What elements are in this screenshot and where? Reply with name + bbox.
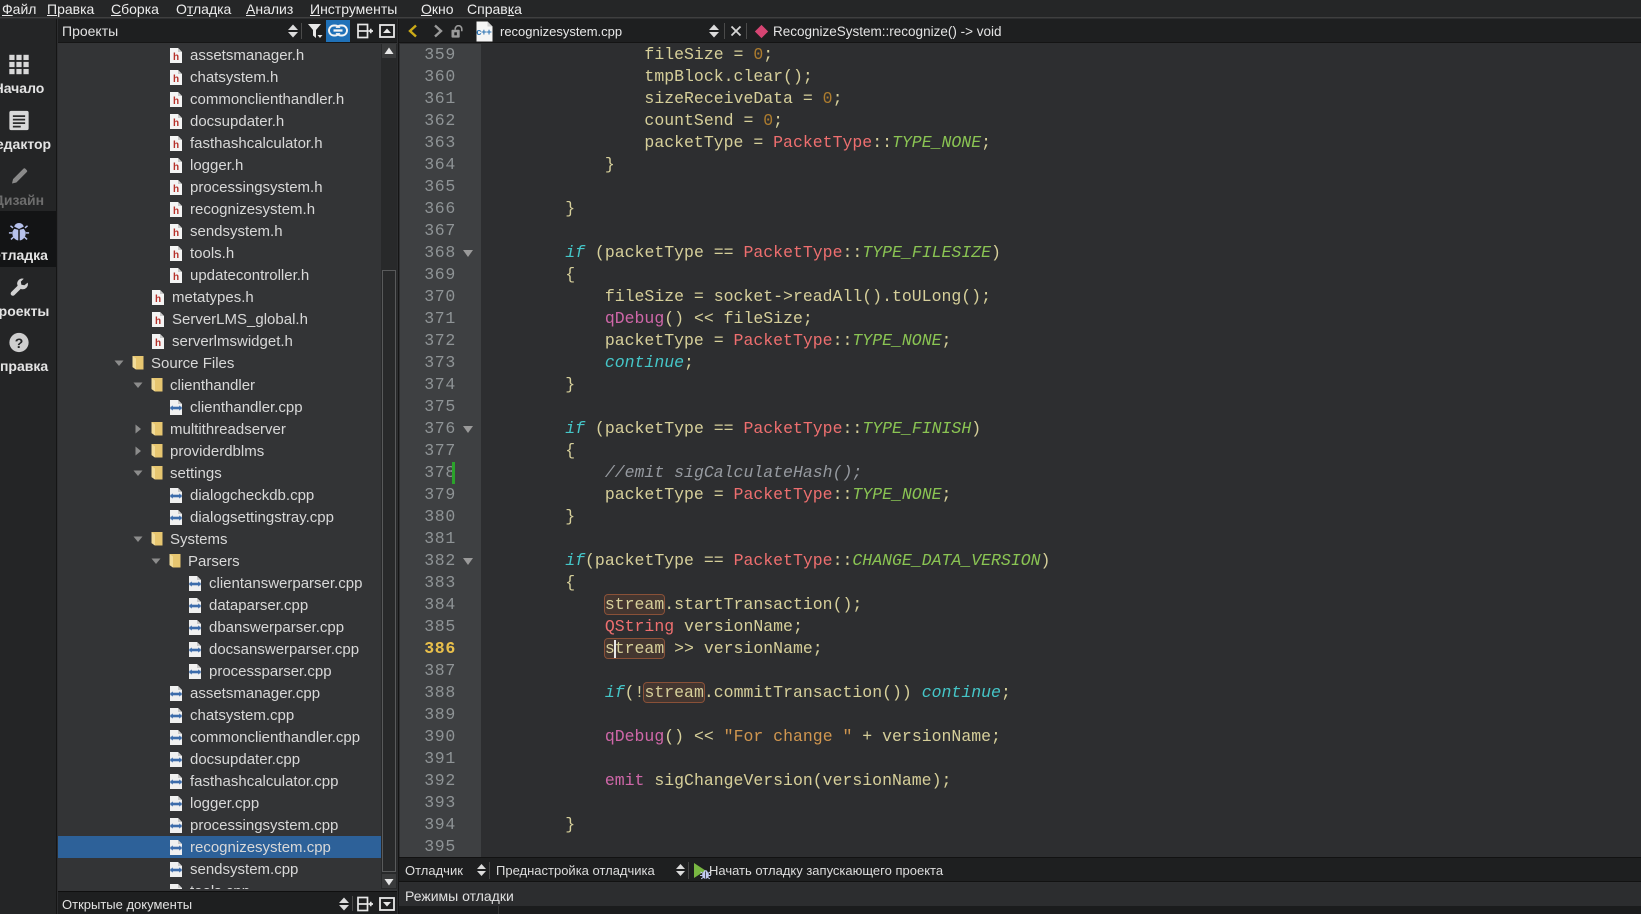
svg-text:?: ? (15, 335, 24, 351)
svg-text:h: h (173, 272, 179, 283)
svg-text:h: h (173, 118, 179, 129)
svg-text:h: h (173, 206, 179, 217)
svg-text:h: h (173, 140, 179, 151)
svg-text:h: h (173, 162, 179, 173)
svg-text:h: h (173, 228, 179, 239)
svg-text:h: h (173, 184, 179, 195)
svg-text:h: h (173, 52, 179, 63)
svg-text:h: h (155, 316, 161, 327)
svg-text:h: h (173, 74, 179, 85)
svg-text:h: h (155, 338, 161, 349)
svg-text:h: h (155, 294, 161, 305)
svg-text:h: h (173, 96, 179, 107)
svg-text:h: h (173, 250, 179, 261)
svg-text:c++: c++ (476, 27, 492, 38)
